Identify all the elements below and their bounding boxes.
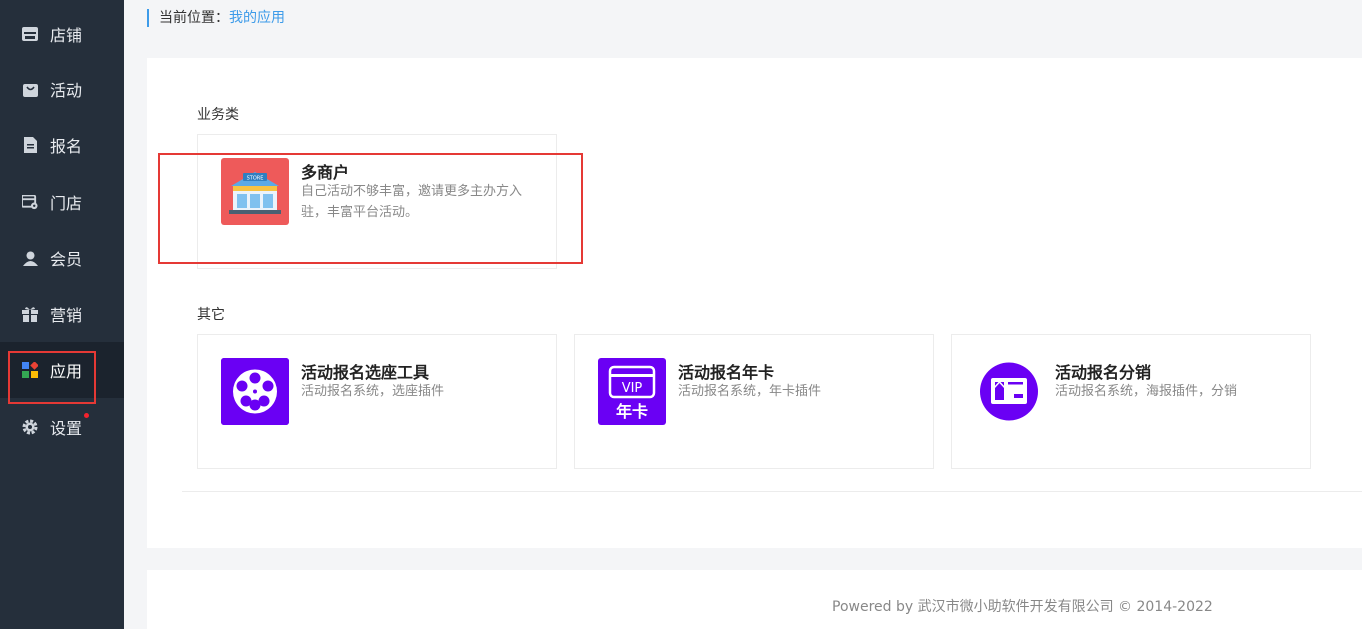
app-card-seat-selection[interactable]: 活动报名选座工具 活动报名系统，选座插件	[197, 334, 557, 469]
app-description: 活动报名系统，海报插件，分销	[1055, 384, 1238, 399]
app-card-distribution[interactable]: 活动报名分销 活动报名系统，海报插件，分销	[951, 334, 1311, 469]
app-description: 活动报名系统，选座插件	[301, 384, 445, 399]
document-icon	[22, 137, 38, 153]
sidebar-item-label: 设置	[50, 413, 90, 439]
sidebar-item-label: 活动	[50, 81, 83, 100]
sidebar-item-activity[interactable]: 活动	[0, 61, 124, 117]
section-title-business: 业务类	[197, 107, 239, 123]
store-icon	[22, 26, 38, 42]
apps-panel: 业务类 STORE 多商户 自己活动不够丰富，邀请更多主办方入驻，丰富平台活动。…	[147, 58, 1362, 548]
store-sign-text: STORE	[247, 176, 264, 182]
sidebar: 店铺 活动 报名 门店 会员 营销 应用 设置	[0, 0, 124, 629]
sidebar-item-member[interactable]: 会员	[0, 230, 124, 286]
breadcrumb-current-link[interactable]: 我的应用	[229, 9, 285, 27]
sidebar-item-label: 店铺	[50, 26, 83, 45]
sidebar-item-apps[interactable]: 应用	[0, 342, 124, 398]
section-title-other: 其它	[197, 307, 225, 323]
app-title: 活动报名分销	[1055, 363, 1152, 382]
sidebar-item-signup[interactable]: 报名	[0, 117, 124, 173]
apps-icon	[22, 362, 38, 378]
gift-icon	[22, 306, 38, 322]
app-card-annual-card[interactable]: VIP 年卡 活动报名年卡 活动报名系统，年卡插件	[574, 334, 934, 469]
sidebar-item-label: 营销	[50, 306, 83, 325]
sidebar-item-label: 会员	[50, 250, 83, 269]
gift-card-icon	[975, 358, 1043, 425]
vip-text: VIP	[622, 381, 643, 396]
sidebar-item-marketing[interactable]: 营销	[0, 286, 124, 342]
user-icon	[22, 250, 38, 266]
app-description: 活动报名系统，年卡插件	[678, 384, 822, 399]
section-divider	[182, 491, 1362, 492]
sidebar-item-branch[interactable]: 门店	[0, 174, 124, 230]
notification-dot	[84, 413, 90, 418]
settings-label-text: 设置	[50, 419, 83, 438]
sidebar-item-label: 门店	[50, 194, 83, 213]
app-card-multi-merchant[interactable]: STORE 多商户 自己活动不够丰富，邀请更多主办方入驻，丰富平台活动。	[197, 134, 557, 269]
app-description: 自己活动不够丰富，邀请更多主办方入驻，丰富平台活动。	[301, 184, 523, 220]
footer: Powered by 武汉市微小助软件开发有限公司 © 2014-2022	[147, 570, 1362, 629]
app-title: 多商户	[301, 163, 350, 182]
sidebar-item-label: 应用	[50, 362, 83, 381]
annual-card-text: 年卡	[616, 402, 648, 421]
vip-card-icon: VIP 年卡	[598, 358, 666, 425]
footer-copyright: Powered by 武汉市微小助软件开发有限公司 © 2014-2022	[832, 599, 1213, 615]
shop-settings-icon	[22, 194, 38, 210]
breadcrumb-prefix: 当前位置：	[159, 10, 229, 26]
sidebar-item-label: 报名	[50, 137, 83, 156]
app-title: 活动报名年卡	[678, 363, 775, 382]
app-title: 活动报名选座工具	[301, 363, 430, 382]
store-front-icon: STORE	[221, 158, 289, 225]
bag-icon	[22, 81, 38, 97]
film-reel-icon	[221, 358, 289, 425]
sidebar-item-store[interactable]: 店铺	[0, 6, 124, 62]
breadcrumb: 当前位置： 我的应用	[147, 9, 285, 27]
sidebar-item-settings[interactable]: 设置	[0, 399, 124, 455]
gear-icon	[22, 419, 38, 435]
